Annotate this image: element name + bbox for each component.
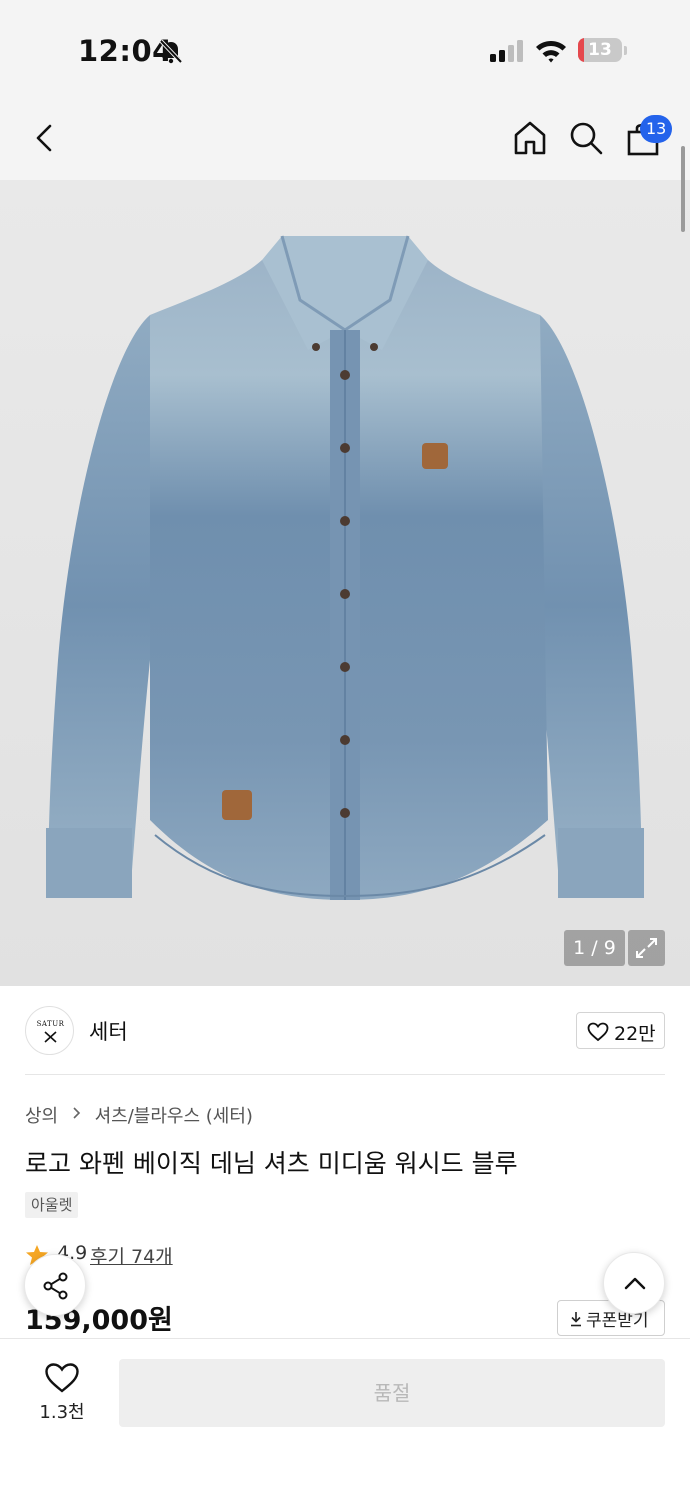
battery-level: 13 xyxy=(588,40,612,60)
scroll-to-top-button[interactable] xyxy=(603,1252,665,1314)
brand-logo[interactable]: SATUR xyxy=(25,1006,74,1055)
wishlist-count: 1.3천 xyxy=(39,1402,85,1423)
denim-shirt-image xyxy=(46,235,644,900)
back-chevron-icon[interactable] xyxy=(28,118,64,158)
expand-image-button[interactable] xyxy=(628,930,665,966)
chevron-up-icon xyxy=(624,1277,646,1290)
sold-out-button[interactable]: 품절 xyxy=(119,1359,665,1427)
outlet-tag: 아울렛 xyxy=(25,1192,79,1218)
cellular-signal-icon xyxy=(490,40,523,62)
brand-like-button[interactable]: 22만 xyxy=(576,1012,665,1049)
image-counter: 1 / 9 xyxy=(564,930,625,966)
bell-slash-icon xyxy=(159,39,183,64)
home-icon[interactable] xyxy=(510,118,550,158)
breadcrumb-item-subcategory[interactable]: 셔츠/블라우스 (세터) xyxy=(95,1102,253,1128)
divider xyxy=(25,1074,665,1075)
search-icon[interactable] xyxy=(566,118,606,158)
battery-charging-icon: 13 xyxy=(578,38,627,64)
cart-count-badge: 13 xyxy=(640,115,673,143)
heart-outline-icon xyxy=(587,1022,609,1042)
share-button[interactable] xyxy=(24,1254,86,1316)
expand-arrows-icon xyxy=(636,938,657,958)
wifi-icon xyxy=(536,41,566,63)
brand-like-count: 22만 xyxy=(614,1023,656,1045)
wishlist-heart-icon[interactable] xyxy=(44,1362,80,1394)
review-count-link[interactable]: 후기 74개 xyxy=(90,1242,173,1269)
product-image-gallery[interactable] xyxy=(0,180,690,986)
share-icon xyxy=(43,1272,68,1300)
top-nav-bar xyxy=(0,96,690,180)
scrollbar[interactable] xyxy=(681,146,685,232)
breadcrumb: 상의 셔츠/블라우스 (세터) xyxy=(25,1102,253,1128)
chevron-right-icon xyxy=(73,1107,80,1119)
status-bar: 12:04 13 xyxy=(0,0,690,96)
brand-emblem-icon xyxy=(44,1031,57,1043)
download-icon xyxy=(571,1312,581,1327)
product-title: 로고 와펜 베이직 데님 셔츠 미디움 워시드 블루 xyxy=(25,1149,518,1178)
brand-name[interactable]: 세터 xyxy=(89,1016,128,1046)
breadcrumb-item-category[interactable]: 상의 xyxy=(25,1102,58,1128)
